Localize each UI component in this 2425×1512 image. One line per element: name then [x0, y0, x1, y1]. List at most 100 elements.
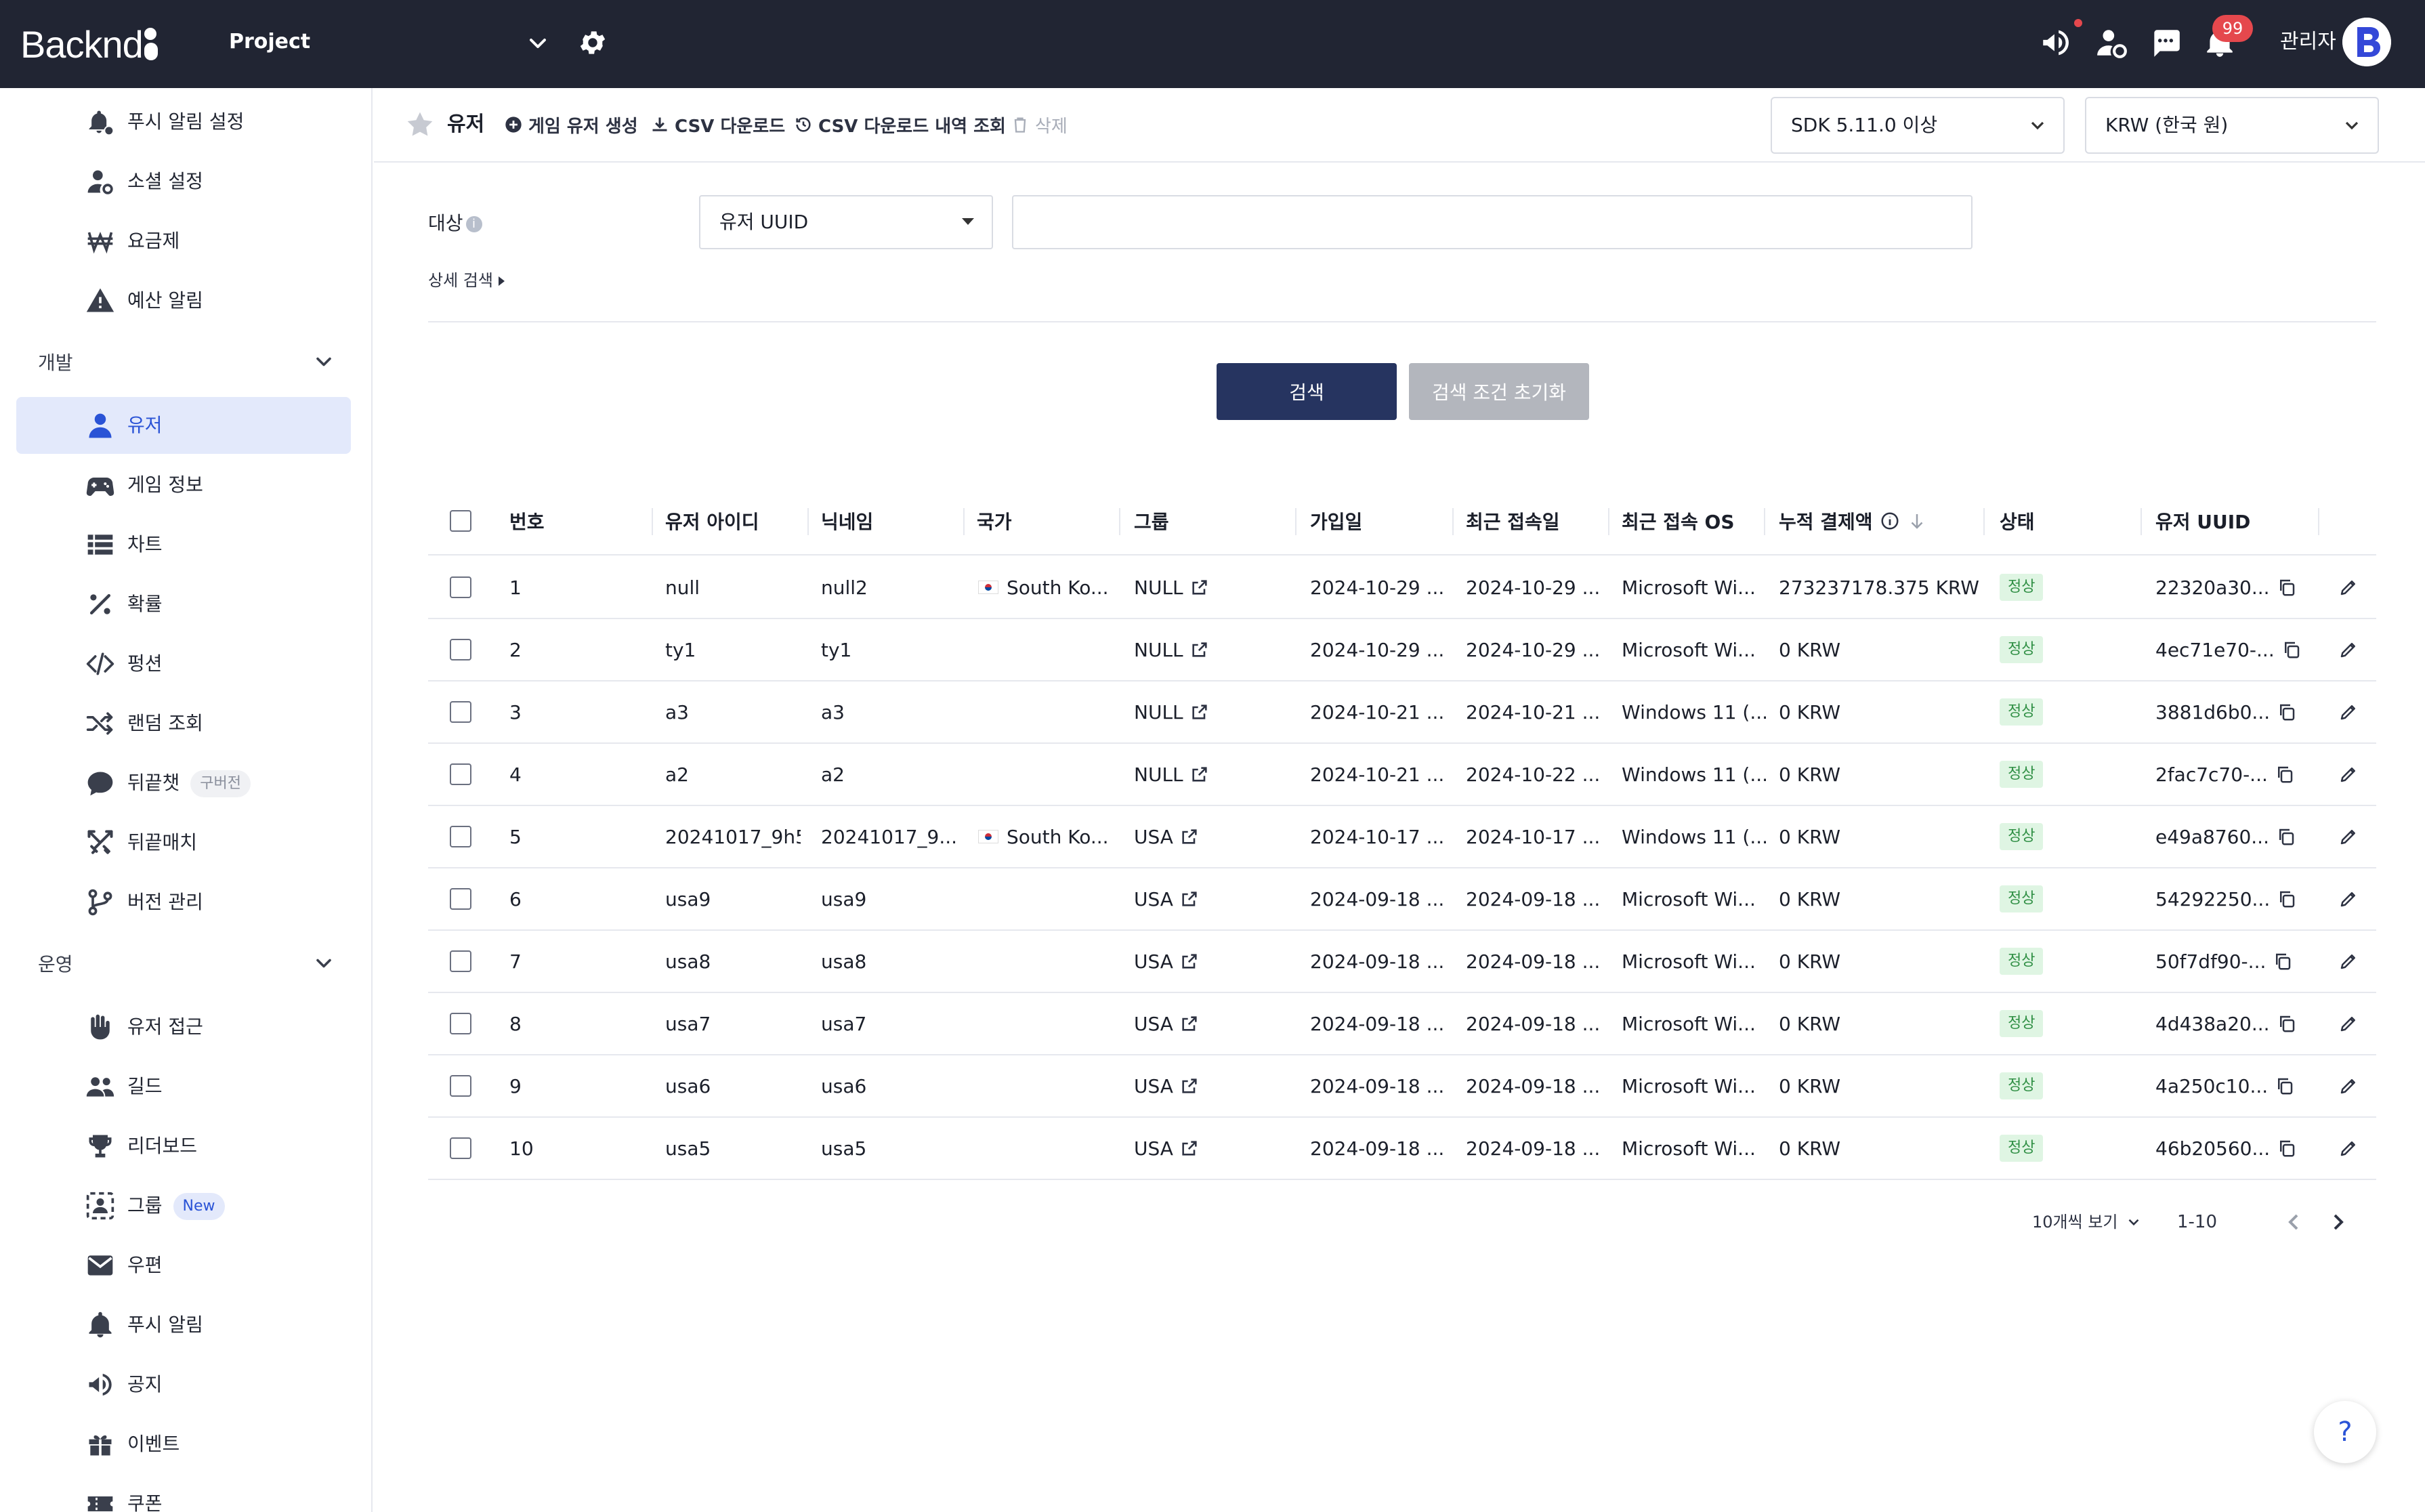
sidebar-item-function[interactable]: 펑션 [16, 635, 351, 692]
sidebar-item-pricing[interactable]: 요금제 [16, 213, 351, 270]
cell-group[interactable]: NULL [1134, 557, 1209, 618]
table-row[interactable]: 2 ty1 ty1 NULL 2024-10-29 ... 2024-10-29 ... M… [428, 619, 2376, 681]
copy-icon[interactable] [2277, 889, 2297, 909]
cell-edit[interactable] [2338, 868, 2359, 929]
sidebar-item-social-settings[interactable]: 소셜 설정 [16, 153, 351, 210]
sidebar-item-chart[interactable]: 차트 [16, 516, 351, 573]
cell-edit[interactable] [2338, 557, 2359, 618]
chevron-right-icon[interactable] [2325, 1209, 2352, 1236]
cell-group[interactable]: USA [1134, 931, 1199, 992]
copy-icon[interactable] [2275, 764, 2295, 784]
row-checkbox[interactable] [450, 888, 471, 910]
copy-icon[interactable] [2276, 826, 2296, 847]
header-payment[interactable]: 누적 결제액 [1779, 488, 1927, 554]
header-joined[interactable]: 가입일 [1310, 488, 1362, 554]
edit-icon[interactable] [2338, 577, 2359, 597]
sidebar-item-random-query[interactable]: 랜덤 조회 [16, 695, 351, 752]
chevron-down-icon[interactable] [524, 30, 551, 57]
edit-icon[interactable] [2338, 826, 2359, 847]
external-link-icon[interactable] [1180, 827, 1199, 846]
external-link-icon[interactable] [1180, 1076, 1199, 1095]
sidebar-item-user-access[interactable]: 유저 접근 [16, 999, 351, 1055]
sidebar-item-guild[interactable]: 길드 [16, 1058, 351, 1115]
megaphone-icon[interactable] [2039, 26, 2073, 60]
currency-select[interactable]: KRW (한국 원) [2085, 97, 2379, 154]
sidebar-item-probability[interactable]: 확률 [16, 576, 351, 633]
external-link-icon[interactable] [1190, 765, 1209, 784]
chevron-left-icon[interactable] [2280, 1209, 2307, 1236]
header-uuid[interactable]: 유저 UUID [2155, 488, 2250, 554]
external-link-icon[interactable] [1180, 1014, 1199, 1033]
cell-group[interactable]: NULL [1134, 619, 1209, 680]
target-type-select[interactable]: 유저 UUID [699, 195, 993, 249]
edit-icon[interactable] [2338, 1076, 2359, 1096]
edit-icon[interactable] [2338, 1013, 2359, 1034]
sidebar-item-backend-chat[interactable]: 뒤끝챗 구버전 [16, 755, 351, 812]
sidebar-item-group[interactable]: 그룹 New [16, 1177, 351, 1234]
help-button[interactable]: ? [2314, 1401, 2376, 1463]
table-row[interactable]: 10 usa5 usa5 USA 2024-09-18 ... 2024-09-18 ..… [428, 1118, 2376, 1180]
search-button[interactable]: 검색 [1217, 363, 1397, 420]
table-row[interactable]: 5 20241017_9h5 20241017_9... South Ko... USA… [428, 806, 2376, 868]
select-all-checkbox[interactable] [450, 510, 471, 532]
star-icon[interactable] [405, 110, 435, 140]
row-checkbox[interactable] [450, 639, 471, 660]
copy-icon[interactable] [2281, 639, 2302, 660]
copy-icon[interactable] [2277, 577, 2297, 597]
sidebar-item-notice[interactable]: 공지 [16, 1356, 351, 1413]
table-row[interactable]: 3 a3 a3 NULL 2024-10-21 ... 2024-10-21 ... Win… [428, 681, 2376, 744]
external-link-icon[interactable] [1180, 1139, 1199, 1158]
external-link-icon[interactable] [1190, 640, 1209, 659]
edit-icon[interactable] [2338, 1138, 2359, 1158]
table-row[interactable]: 9 usa6 usa6 USA 2024-09-18 ... 2024-09-18 ...… [428, 1055, 2376, 1118]
reset-search-button[interactable]: 검색 조건 초기화 [1409, 363, 1589, 420]
sort-down-icon[interactable] [1907, 511, 1927, 531]
sidebar-item-user[interactable]: 유저 [16, 397, 351, 454]
copy-icon[interactable] [2275, 1076, 2295, 1096]
header-country[interactable]: 국가 [977, 488, 1012, 554]
cell-group[interactable]: USA [1134, 1055, 1199, 1116]
cell-edit[interactable] [2338, 619, 2359, 680]
page-size-select[interactable]: 10개씩 보기 [2032, 1210, 2143, 1234]
sidebar-item-budget-alert[interactable]: 예산 알림 [16, 272, 351, 329]
csv-download-button[interactable]: CSV 다운로드 [650, 110, 785, 140]
copy-icon[interactable] [2273, 951, 2293, 971]
edit-icon[interactable] [2338, 951, 2359, 971]
cell-edit[interactable] [2338, 993, 2359, 1054]
header-no[interactable]: 번호 [509, 488, 545, 554]
cell-edit[interactable] [2338, 681, 2359, 742]
sidebar-item-backend-match[interactable]: 뒤끝매치 [16, 814, 351, 871]
edit-icon[interactable] [2338, 702, 2359, 722]
row-checkbox[interactable] [450, 950, 471, 972]
delete-button[interactable]: 삭제 [1011, 110, 1068, 140]
table-row[interactable]: 1 null null2 South Ko... NULL 2024-10-29 ... 2… [428, 557, 2376, 619]
header-last-login[interactable]: 최근 접속일 [1466, 488, 1560, 554]
sidebar-section-dev[interactable]: 개발 [38, 341, 336, 382]
sidebar-item-push-settings[interactable]: 푸시 알림 설정 [16, 93, 351, 150]
gear-icon[interactable] [577, 27, 608, 58]
header-status[interactable]: 상태 [2000, 488, 2035, 554]
backnd-logo[interactable]: Backnd [20, 20, 158, 68]
edit-icon[interactable] [2338, 764, 2359, 784]
row-checkbox[interactable] [450, 763, 471, 785]
info-icon[interactable] [1880, 511, 1900, 531]
sidebar-item-leaderboard[interactable]: 리더보드 [16, 1118, 351, 1175]
cell-group[interactable]: USA [1134, 806, 1199, 867]
row-checkbox[interactable] [450, 826, 471, 847]
admin-label[interactable]: 관리자 [2280, 27, 2336, 57]
avatar[interactable] [2342, 18, 2391, 66]
row-checkbox[interactable] [450, 1137, 471, 1159]
header-nickname[interactable]: 닉네임 [821, 488, 873, 554]
sidebar-item-version[interactable]: 버전 관리 [16, 874, 351, 931]
sidebar-item-game-info[interactable]: 게임 정보 [16, 457, 351, 513]
table-row[interactable]: 6 usa9 usa9 USA 2024-09-18 ... 2024-09-18 ...… [428, 868, 2376, 931]
external-link-icon[interactable] [1190, 702, 1209, 721]
advanced-search-toggle[interactable]: 상세 검색 [428, 268, 505, 293]
header-user-id[interactable]: 유저 아이디 [665, 488, 759, 554]
external-link-icon[interactable] [1180, 952, 1199, 971]
info-icon[interactable]: i [465, 216, 482, 232]
cell-group[interactable]: USA [1134, 1118, 1199, 1179]
create-game-user-button[interactable]: 게임 유저 생성 [504, 110, 638, 140]
external-link-icon[interactable] [1190, 578, 1209, 597]
edit-icon[interactable] [2338, 639, 2359, 660]
